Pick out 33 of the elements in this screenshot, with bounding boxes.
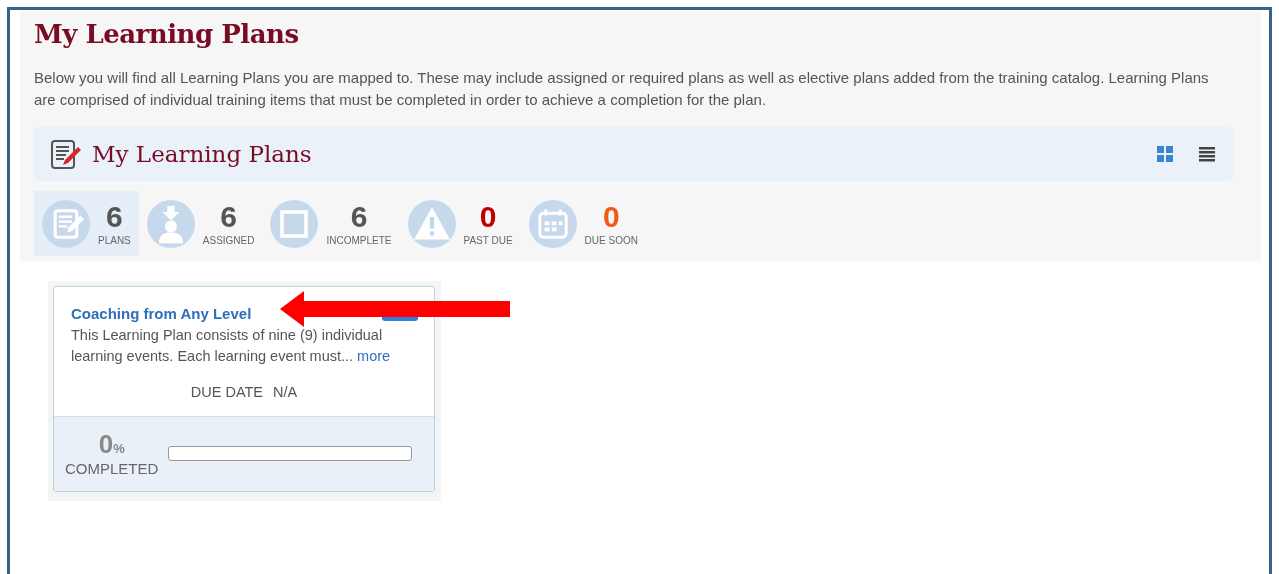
- grid-view-button[interactable]: [1157, 146, 1173, 162]
- stat-count: 6: [106, 201, 123, 232]
- stat-label: PLANS: [98, 234, 131, 246]
- stat-count: 6: [350, 201, 368, 232]
- list-view-button[interactable]: [1199, 146, 1215, 162]
- due-date-value: N/A: [273, 384, 298, 400]
- past-due-icon: [407, 199, 456, 248]
- stat-label: DUE SOON: [584, 234, 638, 246]
- page-description: Below you will find all Learning Plans you are mapped to. These may include assigned or required plans as well as elective plans added from the training catalog. Learning Plans are comprised of individual training items that must be completed in order to achieve a completion for the plan.: [34, 68, 1210, 110]
- plans-icon: [42, 199, 90, 248]
- stat-filter[interactable]: 6 PLANS: [34, 191, 139, 256]
- assigned-icon: [146, 199, 195, 248]
- plan-title-link[interactable]: Coaching from Any Level: [71, 305, 252, 322]
- incomplete-icon: [270, 199, 319, 248]
- stat-filter[interactable]: 6 INCOMPLETE: [262, 191, 400, 256]
- stat-filter[interactable]: 0 PAST DUE: [399, 191, 521, 256]
- plan-summary: This Learning Plan consists of nine (9) individual learning events. Each learning event must... more: [71, 326, 392, 366]
- stat-filter[interactable]: 0 DUE SOON: [520, 191, 646, 256]
- stat-label: ASSIGNED: [202, 234, 255, 246]
- stat-count: 0: [602, 201, 620, 232]
- stat-count: 6: [220, 201, 237, 232]
- stat-label: PAST DUE: [463, 234, 513, 246]
- due-soon-icon: [528, 199, 577, 248]
- due-date-label: DUE DATE: [190, 384, 264, 400]
- page-title: My Learning Plans: [34, 19, 300, 49]
- more-link[interactable]: more: [357, 348, 391, 364]
- stat-label: INCOMPLETE: [326, 234, 392, 246]
- section-title: My Learning Plans: [92, 141, 313, 167]
- percent-value: 0%: [98, 429, 125, 460]
- stat-filter[interactable]: 6 ASSIGNED: [138, 191, 263, 256]
- document-pencil-icon: [50, 138, 82, 170]
- completed-label: COMPLETED: [65, 460, 159, 477]
- stat-count: 0: [479, 201, 497, 232]
